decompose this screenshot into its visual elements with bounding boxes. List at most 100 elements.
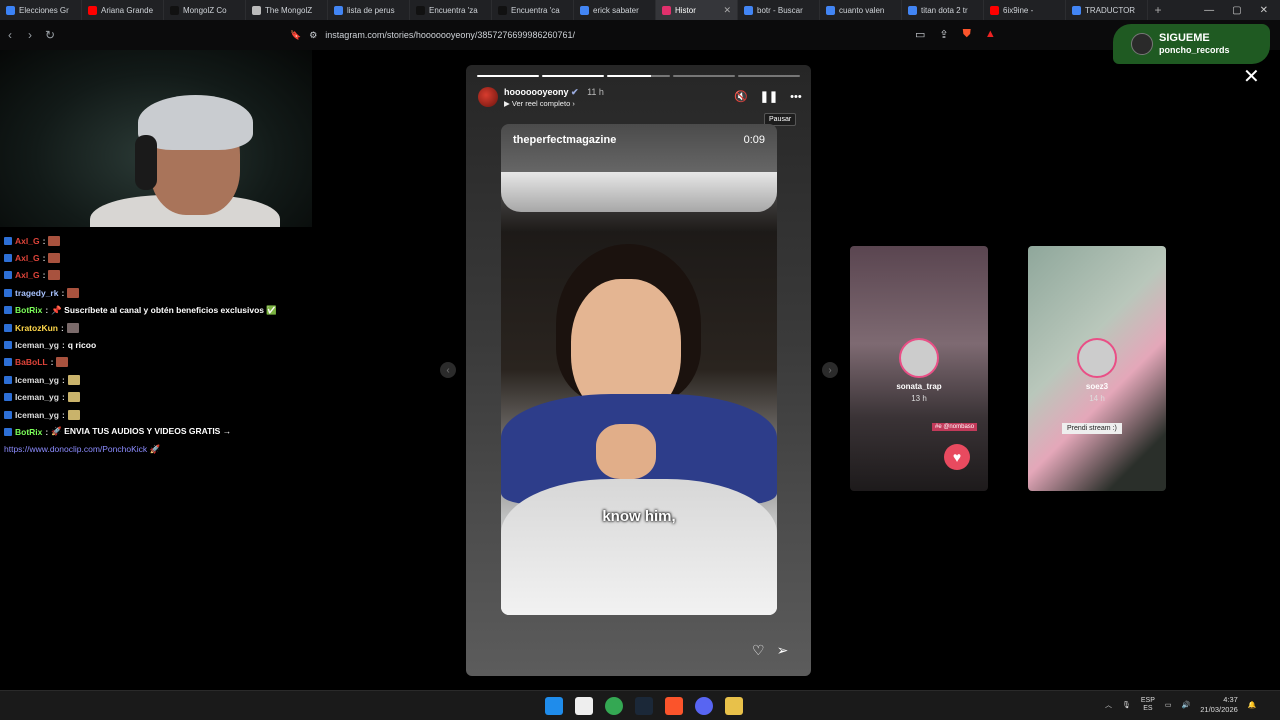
chat-username[interactable]: BotRix bbox=[15, 427, 42, 437]
tab-favicon-icon bbox=[744, 5, 753, 15]
chat-message: Axl_G : bbox=[4, 232, 334, 249]
side-story-2[interactable]: soez3 14 h Prendi stream :) bbox=[1028, 246, 1166, 491]
chat-message: Iceman_yg :q ricoo bbox=[4, 336, 334, 353]
forward-icon[interactable]: › bbox=[20, 28, 40, 42]
brave-rewards-icon[interactable]: ▲ bbox=[985, 28, 996, 41]
send-icon[interactable]: ➢ bbox=[777, 642, 789, 659]
chat-emote-icon bbox=[48, 270, 61, 281]
browser-tab[interactable]: The MongolZ bbox=[246, 0, 328, 20]
network-icon[interactable]: ▭ bbox=[1165, 701, 1172, 709]
chat-username[interactable]: Axl_G bbox=[15, 236, 40, 246]
chat-username[interactable]: Axl_G bbox=[15, 253, 40, 263]
story-actions: ♡ ➢ bbox=[752, 642, 788, 659]
browser-tab[interactable]: erick sabater bbox=[574, 0, 656, 20]
reload-icon[interactable]: ↻ bbox=[40, 28, 60, 42]
tab-title: TRADUCTOR bbox=[1085, 5, 1136, 15]
chat-badge-icon bbox=[4, 236, 12, 245]
close-window-icon[interactable]: ✕ bbox=[1260, 5, 1268, 16]
browser-tab[interactable]: Elecciones Gr bbox=[0, 0, 82, 20]
url-text: instagram.com/stories/hooooooyeony/38572… bbox=[325, 30, 575, 40]
start-icon[interactable] bbox=[545, 697, 563, 715]
more-options-icon[interactable]: ••• bbox=[790, 91, 802, 103]
previous-story-button[interactable]: ‹ bbox=[440, 362, 456, 378]
site-info-icon[interactable]: ⚙ bbox=[309, 30, 317, 41]
chat-badge-icon bbox=[4, 323, 12, 332]
follow-banner: SIGUEME poncho_records bbox=[1113, 24, 1270, 64]
tab-favicon-icon bbox=[908, 5, 917, 15]
close-story-icon[interactable]: ✕ bbox=[1243, 64, 1260, 89]
browser-tab[interactable]: titan dota 2 tr bbox=[902, 0, 984, 20]
notepad-icon[interactable] bbox=[575, 697, 593, 715]
like-icon[interactable]: ♡ bbox=[752, 642, 765, 659]
story-avatar[interactable] bbox=[478, 87, 498, 107]
taskbar-apps bbox=[545, 697, 743, 715]
chat-username[interactable]: Iceman_yg bbox=[15, 410, 59, 420]
side-story-avatar bbox=[899, 338, 939, 378]
minimize-icon[interactable]: — bbox=[1204, 5, 1214, 16]
tab-title: lista de perus bbox=[347, 5, 395, 15]
tab-favicon-icon bbox=[252, 5, 261, 15]
chat-username[interactable]: Axl_G bbox=[15, 270, 40, 280]
steam-icon[interactable] bbox=[635, 697, 653, 715]
side-story-avatar bbox=[1077, 338, 1117, 378]
chat-message: Iceman_yg : bbox=[4, 371, 334, 388]
clock[interactable]: 4:37 21/03/2026 bbox=[1200, 695, 1238, 715]
browser-tab[interactable]: Histor ✕ bbox=[656, 0, 738, 20]
browser-tab[interactable]: lista de perus bbox=[328, 0, 410, 20]
file-explorer-icon[interactable] bbox=[725, 697, 743, 715]
bookmark-icon[interactable]: 🔖 bbox=[290, 30, 301, 41]
story-username[interactable]: hooooooyeony ✔ 11 h bbox=[504, 87, 604, 98]
tab-title: Encuentra 'ca bbox=[511, 5, 560, 15]
address-bar-actions: ▭ ⇪ ⛊ ▲ bbox=[915, 28, 996, 41]
volume-icon[interactable]: 🔊 bbox=[1182, 701, 1191, 709]
chat-username[interactable]: BaBoLL bbox=[15, 357, 48, 367]
mute-icon[interactable]: 🔇 bbox=[734, 90, 748, 103]
tab-title: Encuentra 'za bbox=[429, 5, 478, 15]
chat-username[interactable]: Iceman_yg bbox=[15, 375, 59, 385]
tray-overflow-icon[interactable]: ︿ bbox=[1105, 700, 1112, 710]
discord-icon[interactable] bbox=[695, 697, 713, 715]
cast-icon[interactable]: ▭ bbox=[915, 28, 925, 41]
new-tab-button[interactable]: + bbox=[1148, 3, 1168, 17]
chat-link[interactable]: https://www.donoclip.com/PonchoKick 🚀 bbox=[4, 441, 334, 458]
chat-message: BotRix : 📌 Suscríbete al canal y obtén be… bbox=[4, 302, 334, 319]
language-indicator[interactable]: ESP ES bbox=[1141, 697, 1155, 713]
chrome-icon[interactable] bbox=[605, 697, 623, 715]
browser-tab[interactable]: Ariana Grande bbox=[82, 0, 164, 20]
close-tab-icon[interactable]: ✕ bbox=[723, 5, 731, 16]
story-video[interactable]: theperfectmagazine 0:09 know him, bbox=[501, 124, 777, 615]
chat-message: Iceman_yg : bbox=[4, 389, 334, 406]
video-caption: know him, bbox=[602, 508, 676, 525]
chat-badge-icon bbox=[4, 427, 12, 436]
tab-favicon-icon bbox=[826, 5, 835, 15]
chat-username[interactable]: Iceman_yg bbox=[15, 340, 59, 350]
share-icon[interactable]: ⇪ bbox=[939, 28, 948, 41]
side-story-username: soez3 bbox=[1085, 382, 1109, 391]
brave-shield-icon[interactable]: ⛊ bbox=[963, 28, 971, 41]
chat-username[interactable]: tragedy_rk bbox=[15, 288, 58, 298]
maximize-icon[interactable]: ▢ bbox=[1232, 5, 1241, 16]
browser-tab[interactable]: 6ix9ine - bbox=[984, 0, 1066, 20]
browser-tab[interactable]: Encuentra 'za bbox=[410, 0, 492, 20]
follow-handle: poncho_records bbox=[1159, 45, 1230, 55]
browser-tab[interactable]: botr - Buscar bbox=[738, 0, 820, 20]
browser-tab[interactable]: Encuentra 'ca bbox=[492, 0, 574, 20]
back-icon[interactable]: ‹ bbox=[0, 28, 20, 42]
browser-tab[interactable]: cuanto valen bbox=[820, 0, 902, 20]
brave-icon[interactable] bbox=[665, 697, 683, 715]
chat-emote-icon bbox=[67, 287, 80, 298]
notifications-icon[interactable]: 🔔 bbox=[1248, 701, 1257, 709]
view-full-reel-link[interactable]: ▶ Ver reel completo › bbox=[504, 99, 575, 108]
browser-tab[interactable]: TRADUCTOR bbox=[1066, 0, 1148, 20]
url-field[interactable]: 🔖 ⚙ instagram.com/stories/hooooooyeony/3… bbox=[290, 30, 575, 41]
chat-username[interactable]: Iceman_yg bbox=[15, 392, 59, 402]
tab-title: The MongolZ bbox=[265, 5, 313, 15]
language-code: ESP bbox=[1140, 697, 1155, 704]
next-story-button[interactable]: › bbox=[822, 362, 838, 378]
side-story-1[interactable]: sonata_trap 13 h #e @nombaso ♥ bbox=[850, 246, 988, 491]
chat-username[interactable]: KratozKun bbox=[15, 323, 58, 333]
pause-icon[interactable]: ❚❚ bbox=[760, 90, 778, 103]
chat-username[interactable]: BotRix bbox=[15, 305, 42, 315]
microphone-icon[interactable]: 🎙 bbox=[1122, 701, 1131, 709]
browser-tab[interactable]: MongolZ Co bbox=[164, 0, 246, 20]
